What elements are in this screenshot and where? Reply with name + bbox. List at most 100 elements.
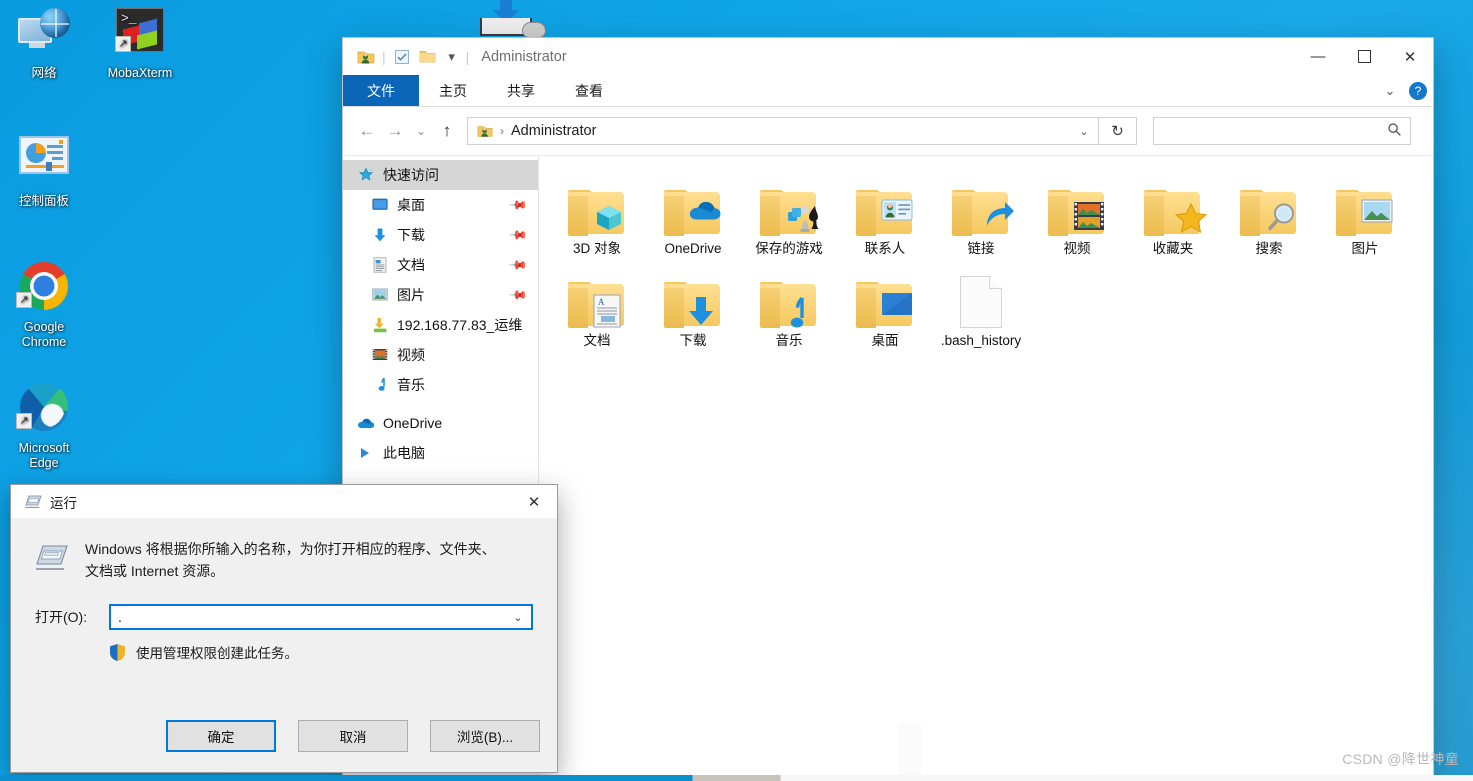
folder-music-icon xyxy=(743,268,835,328)
qat-separator: | xyxy=(382,48,386,65)
ribbon-tab-bar: 文件 主页 共享 查看 ⌄ ? xyxy=(343,75,1433,107)
help-icon[interactable]: ? xyxy=(1409,82,1427,100)
file-item-music[interactable]: 音乐 xyxy=(741,264,837,356)
file-item-3d-objects[interactable]: 3D 对象 xyxy=(549,172,645,264)
qat-customize-caret-icon[interactable]: ▾ xyxy=(441,49,463,65)
file-item-favorites[interactable]: 收藏夹 xyxy=(1125,172,1221,264)
file-item-contacts[interactable]: 联系人 xyxy=(837,172,933,264)
address-dropdown-icon[interactable]: ⌄ xyxy=(1074,125,1094,138)
sidebar-item-videos[interactable]: 视频 xyxy=(343,340,538,370)
file-item-onedrive[interactable]: OneDrive xyxy=(645,172,741,264)
tab-home[interactable]: 主页 xyxy=(419,75,487,106)
tab-file[interactable]: 文件 xyxy=(343,75,419,106)
file-item-pictures[interactable]: 图片 xyxy=(1317,172,1413,264)
pin-icon[interactable]: 📌 xyxy=(508,285,528,305)
sidebar-item-label: 192.168.77.83_运维 xyxy=(397,317,523,333)
up-button[interactable]: ↑ xyxy=(433,116,461,146)
forward-button[interactable]: → xyxy=(381,116,409,146)
folder-desktop-icon xyxy=(839,268,931,328)
desktop-icon-label: 控制面板 xyxy=(18,194,69,208)
user-folder-icon[interactable] xyxy=(353,44,379,70)
desktop-icon-mobaxterm[interactable]: >_ ↗ MobaXterm xyxy=(96,8,184,81)
address-bar[interactable]: › Administrator ⌄ xyxy=(467,117,1099,145)
chrome-icon: ↗ xyxy=(0,262,88,314)
cancel-button[interactable]: 取消 xyxy=(298,720,408,752)
run-dialog-open-row: 打开(O): ⌄ xyxy=(35,604,533,630)
folder-searches-icon xyxy=(1223,176,1315,236)
new-folder-icon[interactable] xyxy=(415,44,441,70)
properties-checkbox-icon[interactable] xyxy=(389,44,415,70)
blank-file-icon xyxy=(935,268,1027,328)
ok-button[interactable]: 确定 xyxy=(166,720,276,752)
file-item-saved-games[interactable]: 保存的游戏 xyxy=(741,172,837,264)
folder-pictures-icon xyxy=(1319,176,1411,236)
run-dialog-title-bar: 运行 ✕ xyxy=(11,485,557,518)
file-item-label: 桌面 xyxy=(871,333,899,348)
desktop-icon-control-panel[interactable]: 控制面板 xyxy=(0,136,88,209)
desktop-icon-network[interactable]: 网络 xyxy=(0,8,88,81)
chevron-down-icon[interactable]: ⌄ xyxy=(507,611,529,624)
file-item-videos[interactable]: 视频 xyxy=(1029,172,1125,264)
sidebar-item-quick-access[interactable]: 快速访问 xyxy=(343,160,538,190)
explorer-title-bar: | ▾ | Administrator — ✕ xyxy=(343,38,1433,75)
search-icon[interactable] xyxy=(1387,122,1402,140)
pin-icon[interactable]: 📌 xyxy=(508,255,528,275)
sidebar-item-downloads[interactable]: 下载 📌 xyxy=(343,220,538,250)
run-window-large-icon xyxy=(35,542,69,572)
sidebar-item-documents[interactable]: 文档 📌 xyxy=(343,250,538,280)
search-input[interactable] xyxy=(1162,123,1387,139)
desktop: 网络 >_ ↗ MobaXterm 控制面板 ↗ Google Chrome ↗… xyxy=(0,0,1473,781)
sidebar-item-this-pc[interactable]: 此电脑 xyxy=(343,438,538,468)
tab-view[interactable]: 查看 xyxy=(555,75,623,106)
search-box[interactable] xyxy=(1153,117,1411,145)
chevron-down-icon[interactable]: ⌄ xyxy=(1379,83,1401,99)
file-list-pane[interactable]: 3D 对象 OneDrive 保存的游戏 联系人 链接 视频 收藏夹 搜索 图片… xyxy=(539,156,1433,781)
pin-icon[interactable]: 📌 xyxy=(508,195,528,215)
desktop-icon-google-chrome[interactable]: ↗ Google Chrome xyxy=(0,262,88,350)
file-item-bash-history[interactable]: .bash_history xyxy=(933,264,1029,356)
file-item-links[interactable]: 链接 xyxy=(933,172,1029,264)
file-item-label: 搜索 xyxy=(1255,241,1283,256)
user-folder-icon xyxy=(476,122,494,140)
run-dialog-close-button[interactable]: ✕ xyxy=(511,485,557,518)
shortcut-arrow-icon: ↗ xyxy=(16,413,32,429)
sidebar-item-label: 桌面 xyxy=(397,197,425,213)
svg-text:A: A xyxy=(598,297,605,307)
quick-access-star-icon xyxy=(355,167,377,183)
recent-locations-button[interactable]: ⌄ xyxy=(409,116,433,146)
open-combobox[interactable]: ⌄ xyxy=(109,604,533,630)
desktop-icon-label: Microsoft Edge xyxy=(18,441,70,470)
file-item-searches[interactable]: 搜索 xyxy=(1221,172,1317,264)
desktop-icon-microsoft-edge[interactable]: ↗ Microsoft Edge xyxy=(0,383,88,471)
pin-icon[interactable]: 📌 xyxy=(508,225,528,245)
downloads-icon xyxy=(369,227,391,243)
sidebar-item-onedrive[interactable]: OneDrive xyxy=(343,408,538,438)
sidebar-item-label: 快速访问 xyxy=(383,167,439,183)
qat-separator-2: | xyxy=(465,48,470,65)
file-tile-grid: 3D 对象 OneDrive 保存的游戏 联系人 链接 视频 收藏夹 搜索 图片… xyxy=(549,172,1433,356)
breadcrumb-separator-icon: › xyxy=(500,124,504,138)
file-item-desktop[interactable]: 桌面 xyxy=(837,264,933,356)
file-item-downloads[interactable]: 下载 xyxy=(645,264,741,356)
back-button[interactable]: ← xyxy=(353,116,381,146)
minimize-button[interactable]: — xyxy=(1295,38,1341,75)
open-input[interactable] xyxy=(118,609,507,625)
browse-button[interactable]: 浏览(B)... xyxy=(430,720,540,752)
file-item-label: 保存的游戏 xyxy=(755,241,823,256)
sidebar-item-desktop[interactable]: 桌面 📌 xyxy=(343,190,538,220)
refresh-button[interactable]: ↻ xyxy=(1099,117,1137,145)
folder-documents-icon: A xyxy=(551,268,643,328)
folder-favorites-icon xyxy=(1127,176,1219,236)
tab-share[interactable]: 共享 xyxy=(487,75,555,106)
desktop-icon-partial-download[interactable] xyxy=(480,0,546,38)
sidebar-item-network-drive[interactable]: 192.168.77.83_运维 xyxy=(343,310,538,340)
sidebar-item-pictures[interactable]: 图片 📌 xyxy=(343,280,538,310)
close-button[interactable]: ✕ xyxy=(1387,38,1433,75)
ribbon-right-controls: ⌄ ? xyxy=(1379,75,1427,107)
sidebar-item-music[interactable]: 音乐 xyxy=(343,370,538,400)
file-item-documents[interactable]: A 文档 xyxy=(549,264,645,356)
file-item-label: 链接 xyxy=(967,241,995,256)
maximize-button[interactable] xyxy=(1341,38,1387,75)
run-dialog-description: Windows 将根据你所输入的名称，为你打开相应的程序、文件夹、文档或 Int… xyxy=(85,541,496,579)
onedrive-icon xyxy=(355,417,377,429)
